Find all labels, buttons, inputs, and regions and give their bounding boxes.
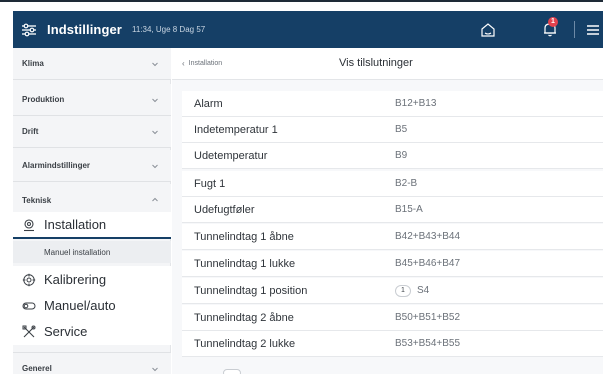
sidebar-section-generel[interactable]: Generel (13, 352, 171, 374)
sidebar-subitem-label: Manuel installation (44, 247, 111, 257)
table-row[interactable]: Udefugtføler B15-A (182, 197, 603, 223)
calibration-icon (22, 273, 36, 287)
sidebar-section-label: Generel (22, 363, 52, 373)
table-row[interactable]: Tunnelindtag 1 lukke B45+B46+B47 (182, 251, 603, 277)
notification-badge: 1 (548, 17, 558, 27)
table-row[interactable]: Tunnelindtag 1 åbne B42+B43+B44 (182, 224, 603, 250)
chevron-up-icon (151, 196, 159, 204)
page-title: Indstillinger (47, 22, 122, 37)
table-row[interactable]: Tunnelindtag 2 åbne B50+B51+B52 (182, 305, 603, 331)
row-value: B15-A (395, 204, 423, 215)
sidebar-item-installation[interactable]: Installation (13, 212, 171, 239)
installation-icon (22, 218, 36, 232)
sidebar-section-label: Produktion (22, 95, 65, 104)
row-value: B5 (395, 124, 408, 135)
chevron-down-icon (151, 96, 159, 104)
tools-icon (22, 325, 36, 339)
sidebar-item-manuel-auto[interactable]: Manuel/auto (13, 292, 171, 319)
table-row[interactable]: Fugt 1 B2-B (182, 171, 603, 197)
row-value: B50+B51+B52 (395, 312, 461, 323)
row-value: B2-B (395, 178, 418, 189)
chevron-down-icon (151, 365, 159, 373)
view-title: Vis tilslutninger (339, 57, 413, 69)
sidebar-section-label: Klima (22, 59, 44, 68)
sidebar-section-label: Alarmindstillinger (22, 161, 91, 170)
main-content: ‹ Installation Vis tilslutninger Alarm B… (172, 48, 603, 374)
sidebar-item-label: Manuel/auto (44, 298, 116, 313)
row-value: 1 S4 (395, 284, 430, 297)
row-name: Tunnelindtag 2 lukke (194, 337, 296, 350)
row-name: Fugt 1 (194, 177, 226, 190)
breadcrumb[interactable]: ‹ Installation (182, 59, 222, 68)
next-row-chip-partial (223, 369, 241, 374)
sidebar-item-label: Installation (44, 217, 107, 232)
table-row[interactable]: Udetemperatur B9 (182, 143, 603, 169)
time-week-day: 11:34, Uge 8 Dag 57 (131, 25, 206, 34)
sidebar-item-kalibrering[interactable]: Kalibrering (13, 266, 171, 293)
sidebar-item-label: Kalibrering (44, 272, 107, 287)
breadcrumb-bar: ‹ Installation Vis tilslutninger (172, 48, 603, 80)
sidebar-item-label: Service (44, 324, 88, 339)
sidebar-section-alarmindstillinger[interactable]: Alarmindstillinger (13, 150, 171, 182)
home-icon[interactable] (479, 21, 497, 39)
sidebar-section-label: Drift (22, 127, 39, 136)
position-chip[interactable]: 1 (395, 284, 411, 297)
hamburger-menu-icon[interactable] (586, 23, 600, 35)
row-name: Udetemperatur (194, 149, 268, 162)
table-row[interactable]: Tunnelindtag 1 position 1 S4 (182, 278, 603, 304)
table-row[interactable]: Tunnelindtag 2 lukke B53+B54+B55 (182, 331, 603, 357)
settings-sliders-icon (21, 22, 41, 38)
chevron-down-icon (151, 60, 159, 68)
app-header: Indstillinger 11:34, Uge 8 Dag 57 1 (13, 11, 603, 48)
row-name: Tunnelindtag 1 lukke (194, 257, 296, 270)
chevron-down-icon (151, 128, 159, 136)
breadcrumb-label: Installation (188, 60, 223, 67)
row-value-text: S4 (417, 285, 430, 296)
row-value: B53+B54+B55 (395, 338, 461, 349)
table-row[interactable]: Indetemperatur 1 B5 (182, 117, 603, 143)
sidebar-section-produktion[interactable]: Produktion (13, 84, 171, 116)
sidebar-item-service[interactable]: Service (13, 318, 171, 345)
row-value: B12+B13 (395, 98, 437, 109)
row-name: Indetemperatur 1 (194, 123, 278, 136)
row-name: Alarm (194, 97, 223, 110)
row-value: B45+B46+B47 (395, 258, 461, 269)
chevron-left-icon: ‹ (182, 59, 185, 68)
sidebar: Klima Produktion Drift Alarmindstillinge… (13, 48, 171, 374)
toggle-icon (22, 299, 36, 313)
sidebar-subitem-manuel-installation[interactable]: Manuel installation (13, 241, 171, 263)
top-border (0, 0, 603, 2)
header-divider (574, 21, 575, 38)
sidebar-section-klima[interactable]: Klima (13, 48, 171, 80)
row-value: B42+B43+B44 (395, 231, 461, 242)
sidebar-section-drift[interactable]: Drift (13, 116, 171, 148)
table-row[interactable]: Alarm B12+B13 (182, 91, 603, 117)
sidebar-section-label: Teknisk (22, 195, 52, 205)
chevron-down-icon (151, 162, 159, 170)
row-name: Tunnelindtag 2 åbne (194, 311, 294, 324)
row-name: Udefugtføler (194, 203, 255, 216)
row-name: Tunnelindtag 1 åbne (194, 230, 294, 243)
row-name: Tunnelindtag 1 position (194, 284, 308, 297)
row-value: B9 (395, 150, 408, 161)
